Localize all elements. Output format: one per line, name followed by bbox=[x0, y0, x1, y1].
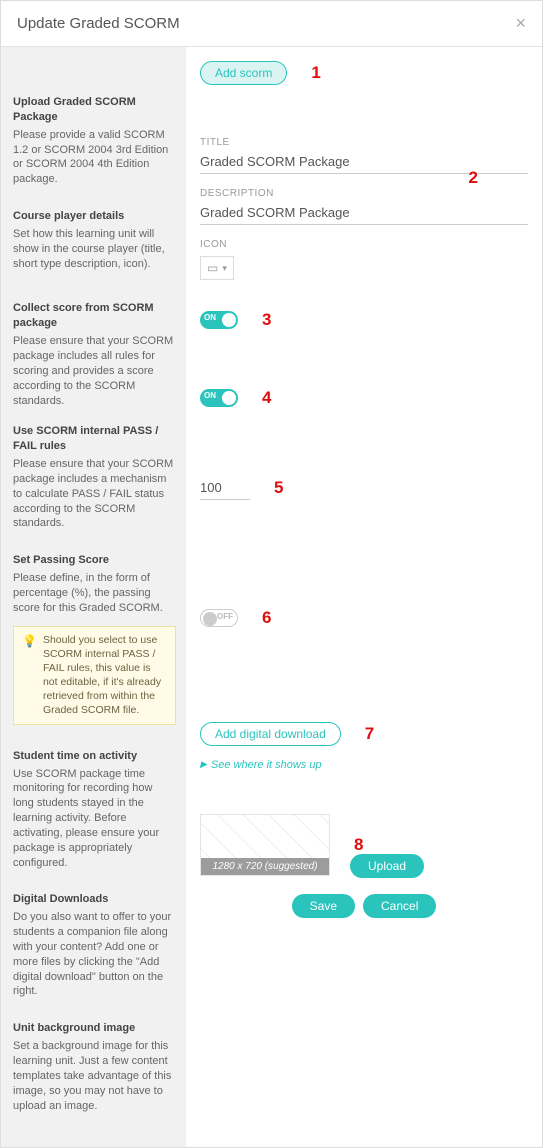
student-time-toggle[interactable]: OFF bbox=[200, 609, 238, 627]
tip-text: Should you select to use SCORM internal … bbox=[43, 633, 167, 718]
annotation-7: 7 bbox=[365, 724, 374, 744]
icon-placeholder-icon: ▭ bbox=[207, 261, 218, 275]
side-heading-downloads: Digital Downloads bbox=[13, 892, 176, 907]
update-scorm-dialog: Update Graded SCORM × Upload Graded SCOR… bbox=[0, 0, 543, 1148]
main-panel: Add scorm 1 TITLE 2 DESCRIPTION ICON ▭ ▾ bbox=[186, 47, 542, 1147]
collect-score-toggle[interactable]: ON bbox=[200, 311, 238, 329]
annotation-8: 8 bbox=[354, 835, 363, 855]
annotation-2: 2 bbox=[469, 168, 478, 188]
passfail-toggle[interactable]: ON bbox=[200, 389, 238, 407]
side-heading-collect: Collect score from SCORM package bbox=[13, 301, 176, 331]
triangle-right-icon: ▶ bbox=[200, 759, 207, 770]
passing-score-input[interactable] bbox=[200, 476, 250, 500]
bg-image-hint: 1280 x 720 (suggested) bbox=[201, 858, 329, 875]
icon-picker[interactable]: ▭ ▾ bbox=[200, 256, 234, 280]
side-heading-setpass: Set Passing Score bbox=[13, 553, 176, 568]
side-desc-setpass: Please define, in the form of percentage… bbox=[13, 571, 176, 616]
annotation-6: 6 bbox=[262, 608, 271, 628]
annotation-4: 4 bbox=[262, 388, 271, 408]
save-button[interactable]: Save bbox=[292, 894, 355, 918]
bg-image-preview: 1280 x 720 (suggested) bbox=[200, 814, 330, 876]
sidebar: Upload Graded SCORM Package Please provi… bbox=[1, 47, 186, 1147]
label-title: TITLE bbox=[200, 137, 528, 148]
annotation-1: 1 bbox=[311, 63, 320, 83]
add-scorm-button[interactable]: Add scorm bbox=[200, 61, 287, 85]
upload-button[interactable]: Upload bbox=[350, 854, 424, 878]
side-desc-time: Use SCORM package time monitoring for re… bbox=[13, 767, 176, 871]
see-where-link[interactable]: ▶ See where it shows up bbox=[200, 759, 322, 771]
dialog-header: Update Graded SCORM × bbox=[1, 1, 542, 47]
bulb-icon: 💡 bbox=[22, 633, 37, 718]
title-input[interactable] bbox=[200, 150, 528, 174]
label-description: DESCRIPTION bbox=[200, 188, 528, 199]
side-heading-bgimg: Unit background image bbox=[13, 1021, 176, 1036]
side-desc-bgimg: Set a background image for this learning… bbox=[13, 1039, 176, 1113]
side-heading-time: Student time on activity bbox=[13, 749, 176, 764]
description-input[interactable] bbox=[200, 201, 528, 225]
side-heading-upload: Upload Graded SCORM Package bbox=[13, 95, 176, 125]
dialog-title: Update Graded SCORM bbox=[17, 15, 180, 32]
close-icon[interactable]: × bbox=[515, 13, 526, 34]
chevron-down-icon: ▾ bbox=[222, 263, 227, 274]
add-digital-download-button[interactable]: Add digital download bbox=[200, 722, 341, 746]
side-desc-passfail: Please ensure that your SCORM package in… bbox=[13, 457, 176, 531]
side-desc-player: Set how this learning unit will show in … bbox=[13, 227, 176, 272]
side-desc-upload: Please provide a valid SCORM 1.2 or SCOR… bbox=[13, 128, 176, 187]
cancel-button[interactable]: Cancel bbox=[363, 894, 436, 918]
side-heading-player: Course player details bbox=[13, 209, 176, 224]
side-desc-collect: Please ensure that your SCORM package in… bbox=[13, 334, 176, 408]
side-desc-downloads: Do you also want to offer to your studen… bbox=[13, 910, 176, 999]
annotation-3: 3 bbox=[262, 310, 271, 330]
annotation-5: 5 bbox=[274, 478, 283, 498]
label-icon: ICON bbox=[200, 239, 528, 250]
tip-box: 💡 Should you select to use SCORM interna… bbox=[13, 626, 176, 725]
side-heading-passfail: Use SCORM internal PASS / FAIL rules bbox=[13, 424, 176, 454]
